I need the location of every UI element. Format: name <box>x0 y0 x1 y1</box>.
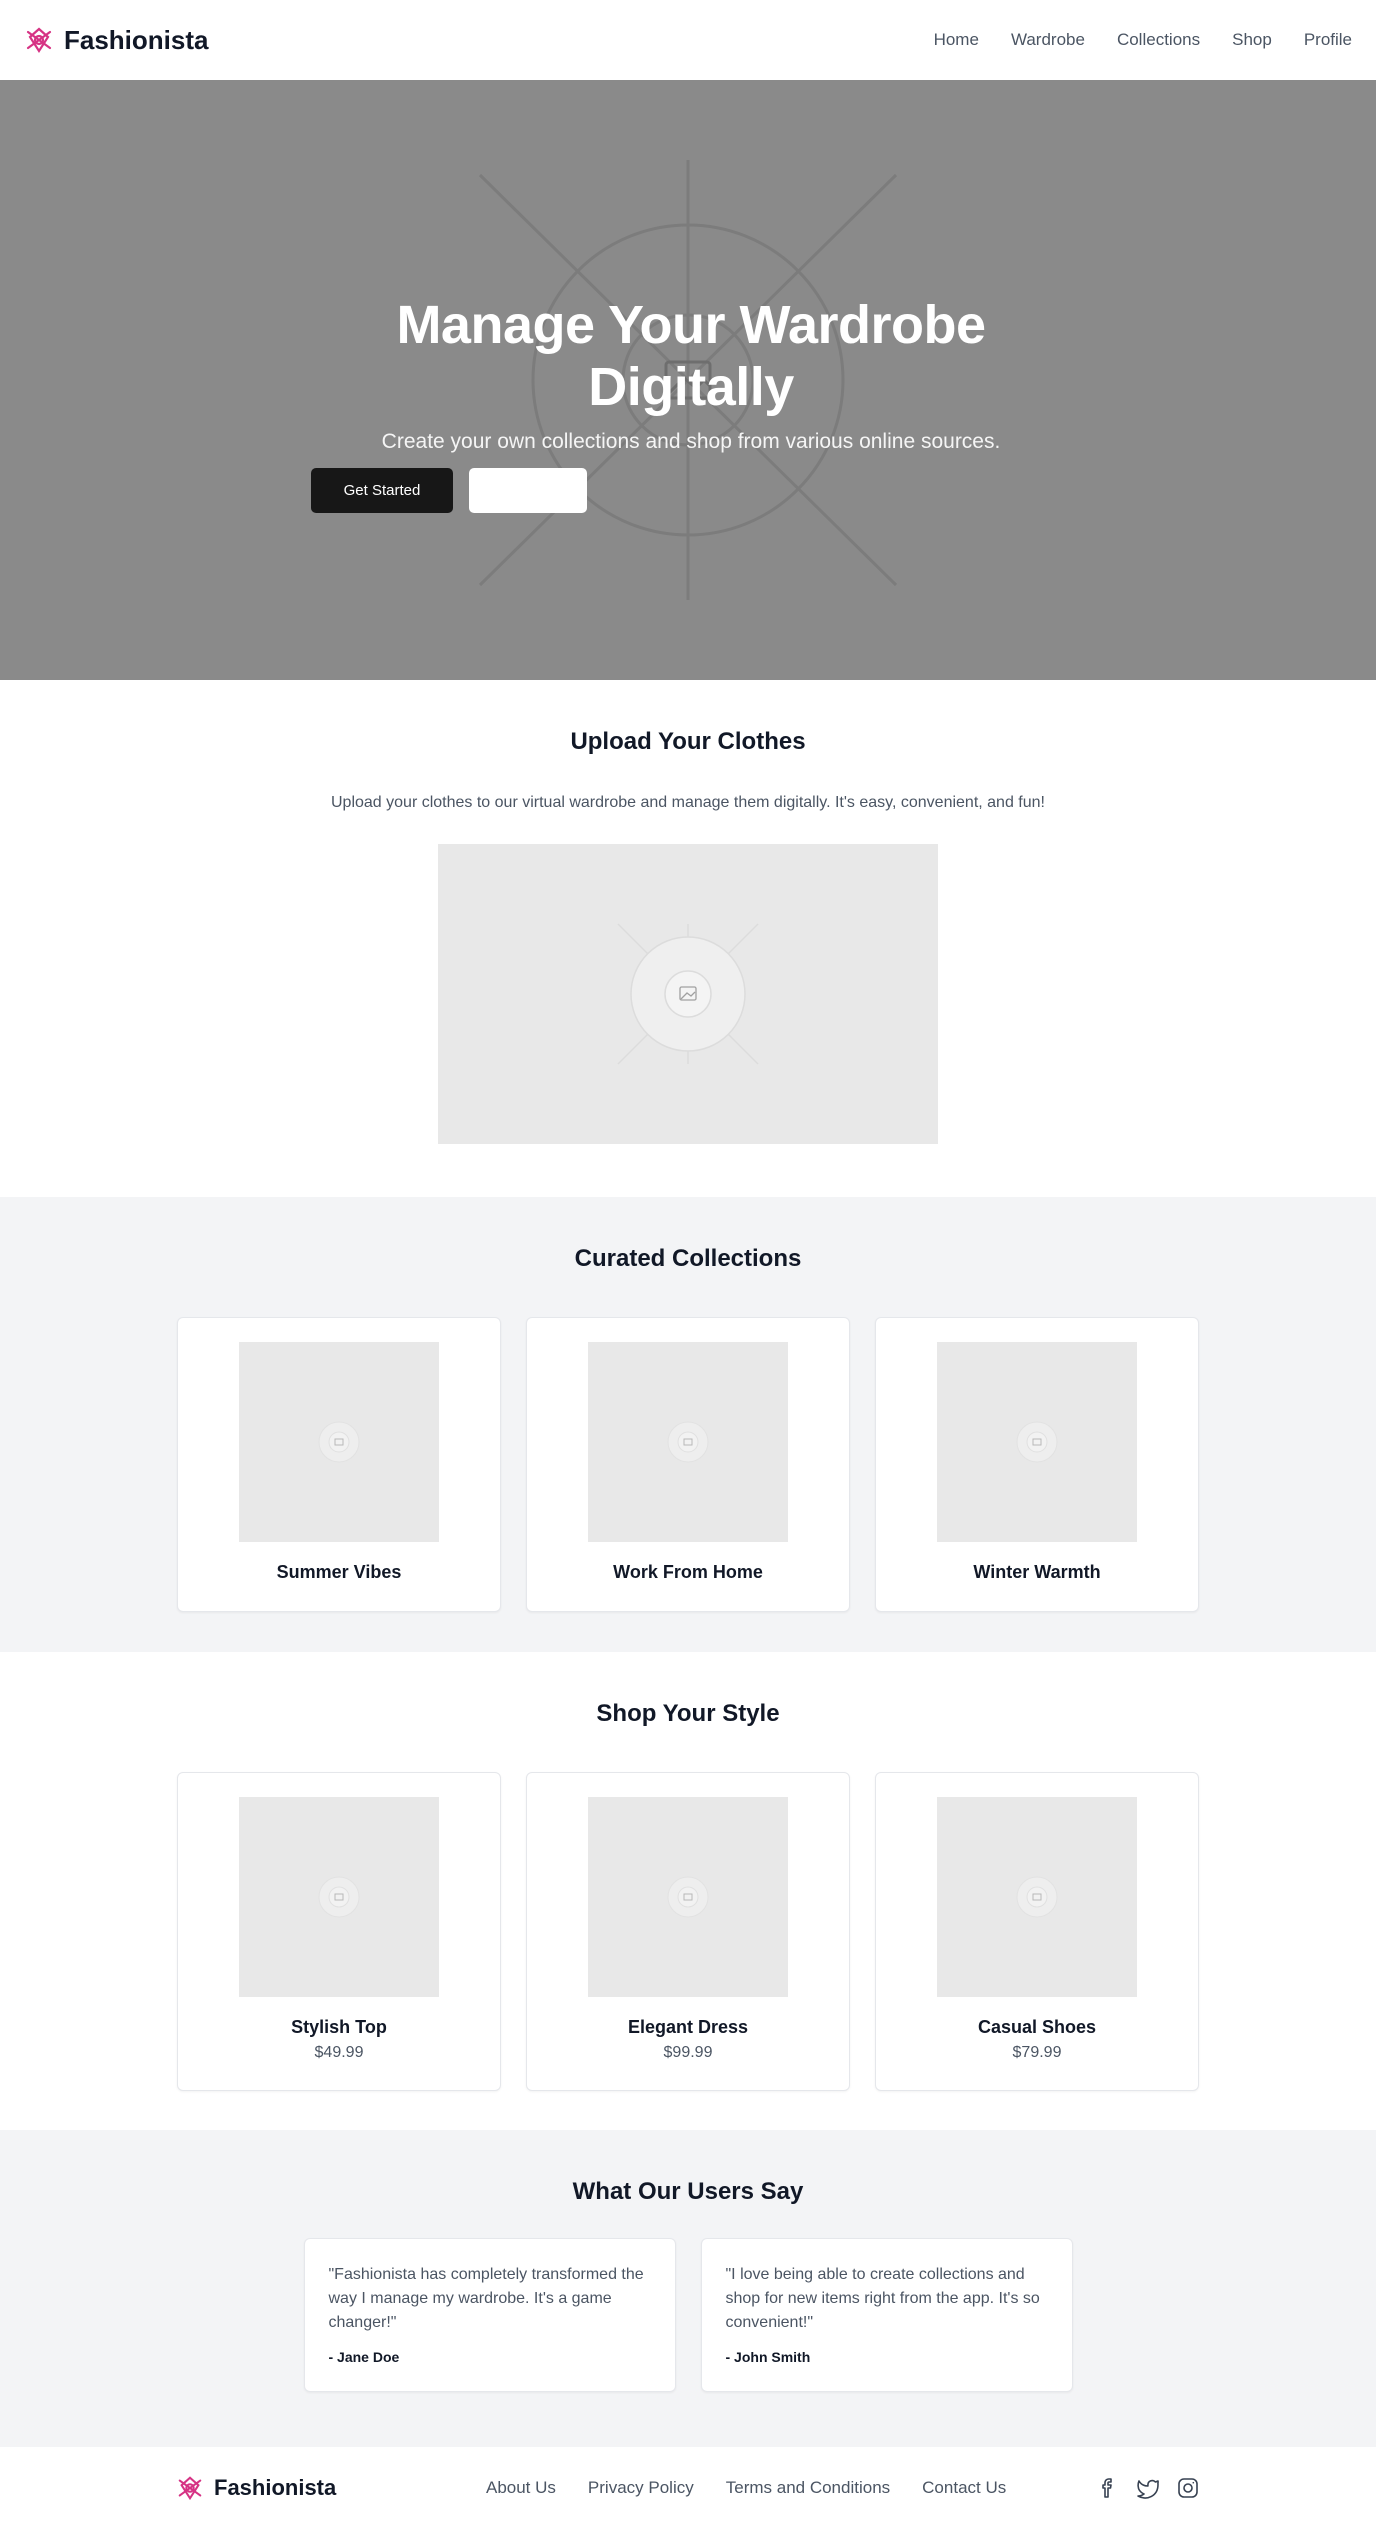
get-started-button[interactable]: Get Started <box>311 468 453 513</box>
collection-image <box>937 1342 1137 1542</box>
brand[interactable]: Fashionista <box>24 25 208 56</box>
collection-card[interactable]: Summer Vibes <box>177 1317 501 1612</box>
testimonial-cards: "Fashionista has completely transformed … <box>0 2238 1376 2392</box>
main-nav: Home Wardrobe Collections Shop Profile <box>934 30 1352 50</box>
footer-nav: About Us Privacy Policy Terms and Condit… <box>486 2478 1006 2498</box>
image-placeholder-icon <box>318 1876 360 1918</box>
image-placeholder-icon <box>1016 1876 1058 1918</box>
secondary-button[interactable] <box>469 468 587 513</box>
fashion-logo-icon <box>178 2475 202 2500</box>
product-card[interactable]: Elegant Dress $99.99 <box>526 1772 850 2091</box>
collections-section: Curated Collections Summer Vibes Work Fr <box>0 1197 1376 1652</box>
site-header: Fashionista Home Wardrobe Collections Sh… <box>0 0 1376 80</box>
upload-section: Upload Your Clothes Upload your clothes … <box>0 680 1376 1197</box>
footer-brand[interactable]: Fashionista <box>176 2474 336 2502</box>
hero-content: Manage Your Wardrobe Digitally Create yo… <box>311 294 1071 513</box>
testimonials-section: What Our Users Say "Fashionista has comp… <box>0 2130 1376 2447</box>
image-placeholder-icon <box>617 923 759 1065</box>
collection-title: Summer Vibes <box>276 1562 402 1582</box>
hero-title: Manage Your Wardrobe Digitally <box>396 295 986 417</box>
hero-buttons: Get Started <box>311 468 1071 513</box>
fashion-logo-icon <box>26 27 52 54</box>
nav-home[interactable]: Home <box>934 30 979 50</box>
site-footer: Fashionista About Us Privacy Policy Term… <box>0 2447 1376 2526</box>
collection-title: Work From Home <box>613 1562 763 1582</box>
social-links <box>1096 2476 1200 2500</box>
instagram-icon[interactable] <box>1176 2476 1200 2500</box>
collections-title: Curated Collections <box>574 1245 802 1272</box>
testimonial-author: - John Smith <box>725 2349 811 2365</box>
upload-image <box>438 844 938 1144</box>
nav-wardrobe[interactable]: Wardrobe <box>1011 30 1085 50</box>
product-card[interactable]: Casual Shoes $79.99 <box>875 1772 1199 2091</box>
collection-title: Winter Warmth <box>973 1562 1101 1582</box>
brand-name: Fashionista <box>64 24 209 55</box>
testimonial-card: "Fashionista has completely transformed … <box>303 2238 676 2392</box>
product-card[interactable]: Stylish Top $49.99 <box>177 1772 501 2091</box>
image-placeholder-icon <box>1016 1421 1058 1463</box>
facebook-icon[interactable] <box>1096 2476 1120 2500</box>
hero-section: Manage Your Wardrobe Digitally Create yo… <box>0 80 1376 680</box>
product-image <box>588 1797 788 1997</box>
product-title: Casual Shoes <box>977 2017 1097 2037</box>
product-image <box>239 1797 439 1997</box>
testimonial-author: - Jane Doe <box>328 2349 400 2365</box>
collection-image <box>239 1342 439 1542</box>
product-title: Elegant Dress <box>627 2017 749 2037</box>
footer-link-terms[interactable]: Terms and Conditions <box>726 2478 890 2498</box>
hero-subtitle: Create your own collections and shop fro… <box>381 430 1001 453</box>
testimonial-quote: "I love being able to create collections… <box>725 2266 1040 2331</box>
footer-link-about[interactable]: About Us <box>486 2478 556 2498</box>
testimonial-quote: "Fashionista has completely transformed … <box>328 2266 644 2331</box>
footer-brand-name: Fashionista <box>214 2474 337 2500</box>
collection-card[interactable]: Winter Warmth <box>875 1317 1199 1612</box>
shop-cards: Stylish Top $49.99 Elegant Dress $99.99 <box>0 1772 1376 2091</box>
collection-card[interactable]: Work From Home <box>526 1317 850 1612</box>
collections-cards: Summer Vibes Work From Home Winter Warmt… <box>0 1317 1376 1612</box>
footer-link-contact[interactable]: Contact Us <box>922 2478 1006 2498</box>
nav-collections[interactable]: Collections <box>1117 30 1200 50</box>
footer-link-privacy[interactable]: Privacy Policy <box>588 2478 694 2498</box>
nav-profile[interactable]: Profile <box>1304 30 1352 50</box>
image-placeholder-icon <box>667 1876 709 1918</box>
nav-shop[interactable]: Shop <box>1232 30 1272 50</box>
upload-title: Upload Your Clothes <box>570 728 806 755</box>
testimonials-title: What Our Users Say <box>572 2178 804 2205</box>
upload-description: Upload your clothes to our virtual wardr… <box>331 794 1045 811</box>
product-price: $49.99 <box>314 2044 364 2061</box>
shop-section: Shop Your Style Stylish Top $49.99 Elega… <box>0 1652 1376 2130</box>
testimonial-card: "I love being able to create collections… <box>700 2238 1073 2392</box>
product-image <box>937 1797 1137 1997</box>
product-price: $99.99 <box>663 2044 713 2061</box>
twitter-icon[interactable] <box>1136 2476 1160 2500</box>
product-title: Stylish Top <box>291 2017 387 2037</box>
product-price: $79.99 <box>1012 2044 1062 2061</box>
image-placeholder-icon <box>667 1421 709 1463</box>
collection-image <box>588 1342 788 1542</box>
image-placeholder-icon <box>318 1421 360 1463</box>
shop-title: Shop Your Style <box>596 1700 780 1727</box>
